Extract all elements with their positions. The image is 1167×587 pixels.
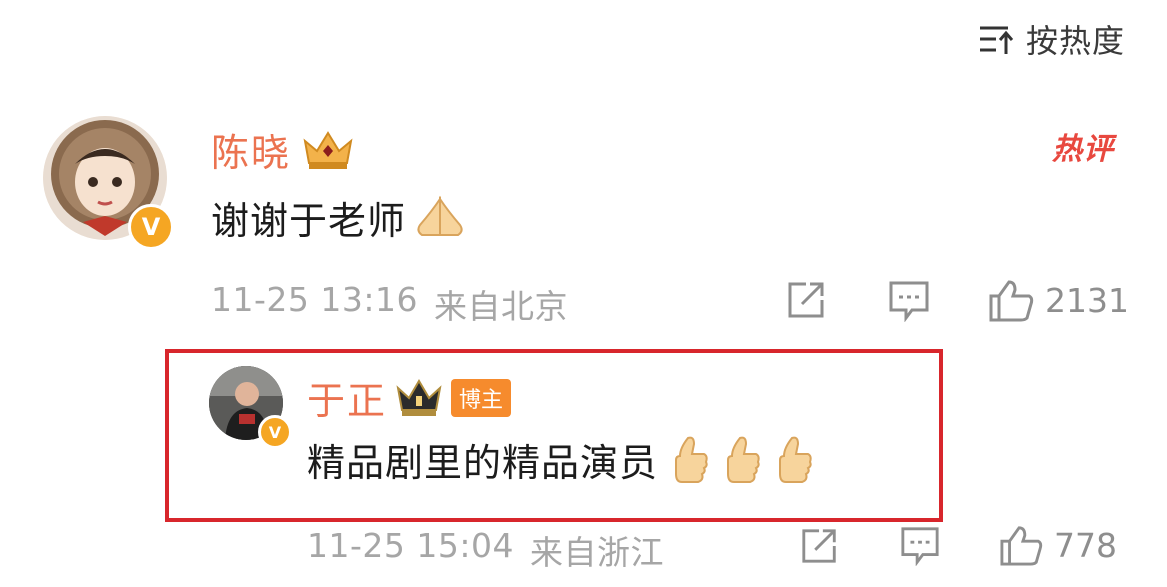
thumbs-up-emoji: [727, 436, 760, 483]
comment-icon: [901, 527, 939, 567]
crown-icon: [396, 378, 442, 416]
reply-comment-button[interactable]: [900, 526, 940, 570]
blogger-tag: 博主: [451, 378, 512, 417]
reply-like-button[interactable]: 778: [998, 524, 1117, 566]
like-icon: [989, 280, 1034, 322]
folded-hands-emoji: [417, 195, 463, 236]
hot-comment-tag: 热评: [1052, 132, 1114, 167]
sort-selector[interactable]: 按热度: [978, 16, 1125, 62]
comment-location: 来自北京: [433, 287, 568, 326]
verified-badge-icon: V: [128, 204, 174, 250]
comment-date: 11-25 13:16: [211, 280, 418, 319]
sort-label: 按热度: [1025, 22, 1125, 60]
thumbs-up-emoji: [779, 436, 812, 483]
share-icon: [802, 529, 836, 563]
crown-icon: [303, 130, 353, 169]
like-count: 2131: [1045, 280, 1129, 320]
reply-username[interactable]: 于正: [307, 370, 387, 425]
share-icon: [788, 282, 824, 318]
username[interactable]: 陈晓: [211, 122, 291, 177]
reply-verified-badge-icon: V: [258, 415, 292, 449]
like-button[interactable]: 2131: [987, 278, 1129, 322]
comment-text: 谢谢于老师: [211, 199, 407, 243]
reply-text: 精品剧里的精品演员: [307, 441, 659, 485]
comment-button[interactable]: [888, 280, 930, 326]
sort-icon: [979, 26, 1014, 54]
reply-share-button[interactable]: [800, 526, 840, 570]
like-icon: [1000, 526, 1043, 566]
thumbs-up-emoji: [675, 436, 708, 483]
comment-icon: [889, 281, 929, 323]
share-button[interactable]: [786, 280, 828, 324]
reply-like-count: 778: [1054, 525, 1117, 565]
reply-location: 来自浙江: [529, 533, 664, 572]
reply-date: 11-25 15:04: [307, 526, 514, 565]
